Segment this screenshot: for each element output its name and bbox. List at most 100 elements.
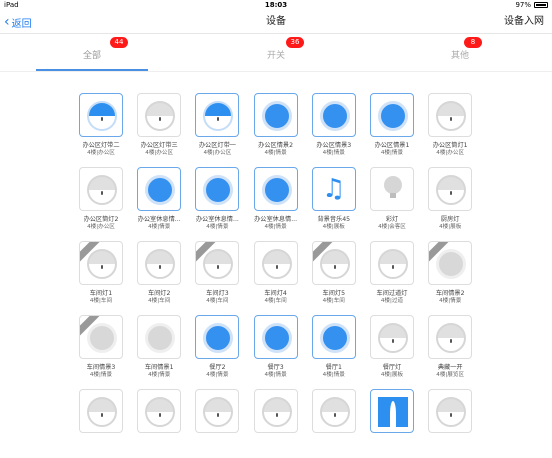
half-gray-light-icon bbox=[87, 249, 117, 279]
device-tile[interactable] bbox=[370, 315, 414, 359]
device-room: 4楼|情景 bbox=[148, 224, 171, 230]
device-tile[interactable] bbox=[195, 241, 240, 285]
device-tile[interactable] bbox=[79, 93, 123, 137]
device-tile[interactable] bbox=[311, 389, 356, 433]
half-gray-light-icon bbox=[261, 397, 292, 427]
half-gray-light-icon bbox=[261, 249, 292, 279]
device-tile[interactable] bbox=[428, 315, 473, 359]
count-badge: 8 bbox=[464, 37, 482, 48]
device-tile[interactable] bbox=[79, 167, 123, 211]
device-tile[interactable] bbox=[253, 315, 298, 359]
device-room: 4楼|展板 bbox=[322, 224, 345, 230]
tab-switches[interactable]: 开关 36 bbox=[184, 34, 368, 72]
device-tile[interactable] bbox=[137, 389, 182, 433]
device-item bbox=[309, 386, 359, 458]
device-room: 4楼|车间 bbox=[148, 298, 171, 304]
device-tile[interactable] bbox=[253, 167, 298, 211]
device-item: 车间情景1 4楼|情景 bbox=[134, 312, 184, 384]
half-gray-light-icon bbox=[145, 397, 176, 427]
half-gray-light-icon bbox=[436, 323, 467, 353]
device-join-button[interactable]: 设备入网 bbox=[504, 10, 544, 34]
device-room: 4楼|情景 bbox=[439, 298, 462, 304]
device-tile[interactable] bbox=[370, 389, 414, 433]
device-item: 办公室休息情... 4楼|情景 bbox=[134, 164, 184, 236]
half-gray-light-icon bbox=[436, 175, 467, 205]
device-tile[interactable] bbox=[137, 167, 182, 211]
device-item: 办公室休息情... 4楼|情景 bbox=[251, 164, 301, 236]
scene-blue-icon bbox=[261, 175, 292, 205]
scene-blue-icon bbox=[261, 323, 292, 353]
device-item: 办公区灯带一 4楼|办公区 bbox=[192, 90, 242, 162]
device-tile[interactable] bbox=[370, 167, 414, 211]
device-item: 车间灯3 4楼|车间 bbox=[192, 238, 242, 310]
navigation-bar: ‹ 返回 设备 设备入网 bbox=[0, 10, 552, 34]
device-tile[interactable]: ♫ bbox=[311, 167, 356, 211]
half-gray-light-icon bbox=[145, 249, 176, 279]
scene-blue-icon bbox=[378, 101, 408, 131]
half-gray-light-icon bbox=[378, 323, 408, 353]
device-tile[interactable] bbox=[195, 93, 240, 137]
device-tile[interactable] bbox=[195, 389, 240, 433]
device-item: 车间灯2 4楼|车间 bbox=[134, 238, 184, 310]
device-tile[interactable] bbox=[253, 241, 298, 285]
tab-all[interactable]: 全部 44 bbox=[0, 34, 184, 72]
device-tile[interactable] bbox=[311, 315, 356, 359]
half-gray-light-icon bbox=[203, 249, 234, 279]
device-tile[interactable] bbox=[253, 389, 298, 433]
device-tile[interactable] bbox=[79, 241, 123, 285]
device-item: 餐厅1 4楼|情景 bbox=[309, 312, 359, 384]
device-tile[interactable] bbox=[137, 93, 182, 137]
device-room: 4楼|办公区 bbox=[87, 150, 115, 156]
battery-status: 97% bbox=[515, 0, 548, 10]
device-item bbox=[425, 386, 475, 458]
device-room: 4楼|展板 bbox=[380, 372, 404, 378]
half-gray-light-icon bbox=[87, 397, 117, 427]
device-tile[interactable] bbox=[370, 241, 414, 285]
device-tile[interactable] bbox=[137, 315, 182, 359]
device-tile[interactable] bbox=[137, 241, 182, 285]
device-tile[interactable] bbox=[195, 315, 240, 359]
device-room: 4楼|情景 bbox=[322, 150, 345, 156]
device-item: 办公区情景2 4楼|情景 bbox=[251, 90, 301, 162]
device-room: 4楼|情景 bbox=[264, 224, 287, 230]
device-room: 4楼|展览区 bbox=[436, 372, 465, 378]
device-tile[interactable] bbox=[311, 241, 356, 285]
device-tile[interactable] bbox=[79, 389, 123, 433]
half-gray-light-icon bbox=[319, 249, 350, 279]
device-tile[interactable] bbox=[428, 241, 473, 285]
status-bar: iPad 18:03 97% bbox=[0, 0, 552, 10]
device-tile[interactable] bbox=[428, 167, 473, 211]
tab-others[interactable]: 其他 8 bbox=[368, 34, 552, 72]
device-item: 办公区情景1 4楼|情景 bbox=[367, 90, 417, 162]
device-room: 4楼|办公区 bbox=[145, 150, 174, 156]
half-gray-light-icon bbox=[203, 397, 234, 427]
device-item: 车间过道灯 4楼|过道 bbox=[367, 238, 417, 310]
battery-percent: 97% bbox=[515, 1, 531, 9]
device-room: 4楼|情景 bbox=[322, 372, 345, 378]
battery-icon bbox=[534, 2, 548, 8]
device-room: 4楼|过道 bbox=[380, 298, 404, 304]
scene-blue-icon bbox=[203, 175, 234, 205]
device-tile[interactable] bbox=[428, 93, 473, 137]
device-tile[interactable] bbox=[195, 167, 240, 211]
device-item: 彩灯 4楼|会客区 bbox=[367, 164, 417, 236]
device-room: 4楼|情景 bbox=[264, 372, 287, 378]
device-tile[interactable] bbox=[253, 93, 298, 137]
device-tile[interactable] bbox=[311, 93, 356, 137]
device-tile[interactable] bbox=[428, 389, 473, 433]
device-room: 4楼|情景 bbox=[148, 372, 171, 378]
device-item bbox=[76, 386, 126, 458]
device-room: 4楼|展板 bbox=[439, 224, 462, 230]
device-item: 餐厅灯 4楼|展板 bbox=[367, 312, 417, 384]
device-room: 4楼|车间 bbox=[264, 298, 287, 304]
device-tile[interactable] bbox=[370, 93, 414, 137]
device-item: 车间灯1 4楼|车间 bbox=[76, 238, 126, 310]
clock: 18:03 bbox=[264, 1, 288, 9]
device-tile[interactable] bbox=[79, 315, 123, 359]
device-item: 办公区筒灯1 4楼|办公区 bbox=[425, 90, 475, 162]
device-item: ♫ 背景音乐45 4楼|展板 bbox=[309, 164, 359, 236]
scene-blue-icon bbox=[319, 101, 350, 131]
device-room: 4楼|情景 bbox=[89, 372, 113, 378]
device-item: 办公区筒灯2 4楼|办公区 bbox=[76, 164, 126, 236]
half-gray-light-icon bbox=[145, 101, 176, 131]
